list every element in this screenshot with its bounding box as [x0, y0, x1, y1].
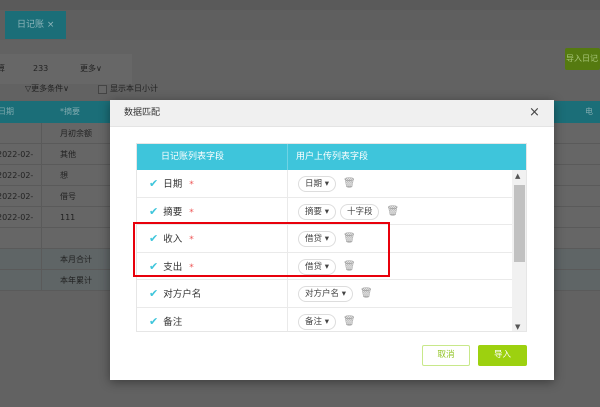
cell-date — [0, 249, 42, 270]
field-label: 备注 — [163, 316, 183, 328]
column-journal-field: 日记账列表字段 — [137, 144, 288, 170]
cell-date: 2022-02-18 — [0, 165, 42, 201]
mapping-row: ✔ 备注 备注 ▾ 🗑 — [137, 307, 512, 332]
field-label: 对方户名 — [163, 289, 202, 300]
field-select[interactable]: 备注 ▾ — [298, 313, 336, 330]
cell-summary: 111 — [60, 213, 76, 222]
trash-icon[interactable]: 🗑 — [343, 314, 356, 329]
journal-field-cell: ✔ 摘要 * — [137, 197, 288, 224]
cell-date: 2022-02-24 — [0, 186, 42, 222]
tab-bar — [0, 10, 600, 40]
cell-date — [0, 228, 42, 249]
dialog-title: 数据匹配 — [124, 108, 161, 118]
field-select[interactable]: 日期 ▾ — [298, 176, 336, 192]
daily-subtotal-label: 显示本日小计 — [110, 84, 158, 93]
uploaded-field-cell: 对方户名 ▾ 🗑 — [288, 280, 512, 307]
toolbar — [0, 54, 132, 84]
cell-date — [0, 270, 42, 291]
cell-summary: 本年累计 — [60, 276, 92, 285]
import-button[interactable]: 导入 — [478, 345, 527, 366]
field-label: 日期 — [163, 179, 183, 190]
uploaded-field-cell: 日期 ▾ 🗑 — [288, 170, 512, 197]
check-icon: ✔ — [149, 177, 159, 190]
uploaded-field-cell: 摘要 ▾ 十字段 🗑 — [288, 198, 512, 225]
journal-field-cell: ✔ 日期 * — [137, 170, 288, 197]
check-icon: ✔ — [149, 314, 159, 328]
cell-summary: 想 — [60, 171, 68, 180]
scrollbar[interactable]: ▲ ▼ — [512, 170, 526, 331]
import-journal-button[interactable]: 导入日记 — [565, 48, 600, 70]
cell-summary: 月初余额 — [60, 129, 92, 138]
journal-field-cell: ✔ 备注 — [137, 307, 288, 331]
mapping-row: ✔ 对方户名 对方户名 ▾ 🗑 — [137, 280, 512, 308]
mapping-row: ✔ 摘要 * 摘要 ▾ 十字段 🗑 — [137, 197, 512, 225]
field-select[interactable]: 对方户名 ▾ — [298, 286, 353, 302]
scroll-up-icon[interactable]: ▲ — [515, 172, 520, 180]
uploaded-field-cell: 备注 ▾ 🗑 — [288, 308, 512, 332]
data-match-dialog: 数据匹配 × 日记账列表字段 用户上传列表字段 ✔ 日期 * 日期 ▾ 🗑 ✔ 摘要 * 摘要 … — [110, 100, 554, 380]
top-bar — [0, 0, 600, 10]
dialog-header: 数据匹配 × — [110, 100, 554, 127]
scrollbar-thumb[interactable] — [514, 185, 525, 262]
cancel-button[interactable]: 取消 — [422, 345, 470, 366]
column-uploaded-field: 用户上传列表字段 — [288, 144, 526, 170]
journal-field-cell: ✔ 对方户名 — [137, 280, 288, 307]
toolbar-item[interactable]: 算 — [0, 54, 5, 84]
daily-subtotal-checkbox[interactable] — [98, 85, 107, 94]
toolbar-item[interactable]: 233 — [33, 54, 48, 84]
tab-journal[interactable]: 日记账 × — [5, 11, 66, 39]
more-conditions-button[interactable]: ▽更多条件∨ — [25, 82, 69, 96]
required-marker: * — [189, 180, 194, 190]
cell-summary: 本月合计 — [60, 255, 92, 264]
trash-icon[interactable]: 🗑 — [386, 204, 399, 219]
cell-summary: 其他 — [60, 150, 76, 159]
column-summary: *摘要 — [60, 107, 80, 116]
cell-date: 2022-02-15 — [0, 144, 42, 180]
field-label: 摘要 — [163, 206, 183, 218]
add-field-button[interactable]: 十字段 — [339, 203, 380, 220]
highlight-box — [133, 222, 390, 277]
more-dropdown[interactable]: 更多∨ — [80, 54, 102, 84]
scroll-down-icon[interactable]: ▼ — [515, 323, 520, 331]
field-select[interactable]: 摘要 ▾ — [298, 203, 336, 220]
check-icon: ✔ — [149, 287, 159, 300]
column-date: 日期 — [0, 107, 14, 116]
cell-date: 2022-02-24 — [0, 207, 42, 243]
trash-icon[interactable]: 🗑 — [343, 176, 356, 191]
mapping-row: ✔ 日期 * 日期 ▾ 🗑 — [137, 170, 512, 198]
required-marker: * — [189, 207, 194, 218]
cell-summary: 借号 — [60, 192, 76, 201]
check-icon: ✔ — [149, 204, 159, 218]
cell-date — [0, 123, 42, 144]
trash-icon[interactable]: 🗑 — [360, 286, 373, 301]
close-icon[interactable]: × — [529, 105, 540, 120]
